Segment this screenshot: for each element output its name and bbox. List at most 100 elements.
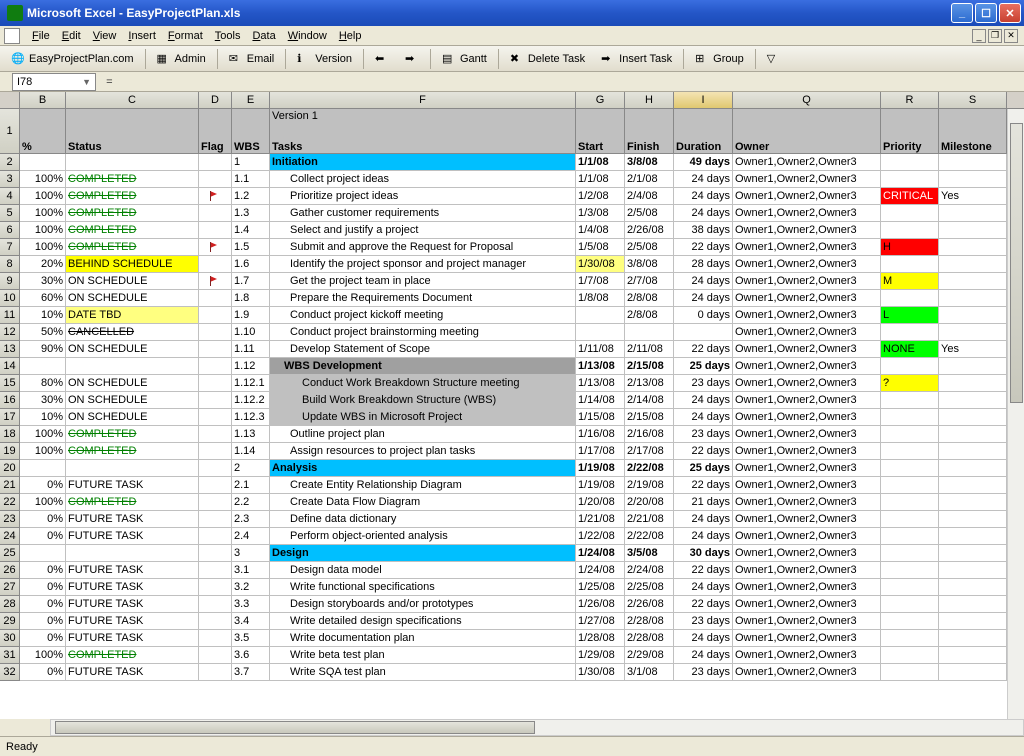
- cell-task[interactable]: Write detailed design specifications: [270, 613, 576, 630]
- row-header[interactable]: 18: [0, 426, 20, 443]
- cell-duration[interactable]: 23 days: [674, 613, 733, 630]
- cell-finish[interactable]: 2/24/08: [625, 562, 674, 579]
- cell-start[interactable]: 1/24/08: [576, 562, 625, 579]
- row-header[interactable]: 25: [0, 545, 20, 562]
- cell-task[interactable]: Conduct Work Breakdown Structure meeting: [270, 375, 576, 392]
- cell-owner[interactable]: Owner1,Owner2,Owner3: [733, 290, 881, 307]
- cell-start[interactable]: 1/7/08: [576, 273, 625, 290]
- cell-finish[interactable]: 2/11/08: [625, 341, 674, 358]
- cell-owner[interactable]: Owner1,Owner2,Owner3: [733, 307, 881, 324]
- header-flag[interactable]: Flag: [199, 109, 232, 154]
- cell-task[interactable]: Gather customer requirements: [270, 205, 576, 222]
- cell-status[interactable]: COMPLETED: [66, 443, 199, 460]
- cell-flag[interactable]: [199, 596, 232, 613]
- cell-start[interactable]: 1/19/08: [576, 460, 625, 477]
- cell-milestone[interactable]: [939, 154, 1007, 171]
- cell-duration[interactable]: 22 days: [674, 596, 733, 613]
- cell-finish[interactable]: 2/15/08: [625, 409, 674, 426]
- row-header[interactable]: 7: [0, 239, 20, 256]
- cell-owner[interactable]: Owner1,Owner2,Owner3: [733, 528, 881, 545]
- header-pct[interactable]: %: [20, 109, 66, 154]
- cell-milestone[interactable]: [939, 613, 1007, 630]
- cell-owner[interactable]: Owner1,Owner2,Owner3: [733, 596, 881, 613]
- cell-pct[interactable]: [20, 358, 66, 375]
- cell-start[interactable]: 1/15/08: [576, 409, 625, 426]
- row-header[interactable]: 4: [0, 188, 20, 205]
- column-header-R[interactable]: R: [881, 92, 939, 108]
- cell-priority[interactable]: [881, 324, 939, 341]
- cell-pct[interactable]: 100%: [20, 647, 66, 664]
- cell-pct[interactable]: 0%: [20, 664, 66, 681]
- cell-priority[interactable]: [881, 409, 939, 426]
- cell-status[interactable]: COMPLETED: [66, 647, 199, 664]
- toolbar-insert-task[interactable]: ➡Insert Task: [594, 49, 679, 69]
- menu-help[interactable]: Help: [333, 28, 368, 44]
- cell-priority[interactable]: [881, 222, 939, 239]
- cell-task[interactable]: Identify the project sponsor and project…: [270, 256, 576, 273]
- column-header-S[interactable]: S: [939, 92, 1007, 108]
- cell-finish[interactable]: 2/14/08: [625, 392, 674, 409]
- cell-duration[interactable]: 23 days: [674, 375, 733, 392]
- cell-owner[interactable]: Owner1,Owner2,Owner3: [733, 341, 881, 358]
- menu-view[interactable]: View: [87, 28, 123, 44]
- cell-pct[interactable]: 100%: [20, 205, 66, 222]
- cell-milestone[interactable]: Yes: [939, 341, 1007, 358]
- cell-finish[interactable]: 2/26/08: [625, 596, 674, 613]
- cell-start[interactable]: 1/28/08: [576, 630, 625, 647]
- row-header[interactable]: 3: [0, 171, 20, 188]
- cell-status[interactable]: DATE TBD: [66, 307, 199, 324]
- row-header[interactable]: 26: [0, 562, 20, 579]
- cell-status[interactable]: COMPLETED: [66, 205, 199, 222]
- cell-status[interactable]: FUTURE TASK: [66, 630, 199, 647]
- cell-priority[interactable]: [881, 579, 939, 596]
- vertical-scrollbar[interactable]: [1007, 109, 1024, 719]
- cell-task[interactable]: Design storyboards and/or prototypes: [270, 596, 576, 613]
- cell-flag[interactable]: [199, 613, 232, 630]
- cell-task[interactable]: Prepare the Requirements Document: [270, 290, 576, 307]
- cell-duration[interactable]: 24 days: [674, 188, 733, 205]
- toolbar-arrow-right[interactable]: ➡: [398, 49, 426, 69]
- cell-finish[interactable]: 2/20/08: [625, 494, 674, 511]
- cell-priority[interactable]: [881, 426, 939, 443]
- cell-milestone[interactable]: [939, 426, 1007, 443]
- cell-duration[interactable]: 28 days: [674, 256, 733, 273]
- cell-pct[interactable]: [20, 545, 66, 562]
- minimize-button[interactable]: _: [951, 3, 973, 23]
- cell-duration[interactable]: 24 days: [674, 273, 733, 290]
- cell-task[interactable]: Build Work Breakdown Structure (WBS): [270, 392, 576, 409]
- cell-flag[interactable]: [199, 664, 232, 681]
- cell-flag[interactable]: [199, 358, 232, 375]
- cell-duration[interactable]: 24 days: [674, 290, 733, 307]
- menu-file[interactable]: File: [26, 28, 56, 44]
- cell-priority[interactable]: CRITICAL: [881, 188, 939, 205]
- row-header[interactable]: 28: [0, 596, 20, 613]
- cell-priority[interactable]: [881, 562, 939, 579]
- cell-owner[interactable]: Owner1,Owner2,Owner3: [733, 154, 881, 171]
- row-header[interactable]: 15: [0, 375, 20, 392]
- cell-pct[interactable]: [20, 460, 66, 477]
- cell-start[interactable]: 1/25/08: [576, 579, 625, 596]
- cell-milestone[interactable]: [939, 630, 1007, 647]
- cell-finish[interactable]: 2/16/08: [625, 426, 674, 443]
- cell-flag[interactable]: [199, 511, 232, 528]
- cell-flag[interactable]: [199, 460, 232, 477]
- cell-finish[interactable]: 2/29/08: [625, 647, 674, 664]
- cell-start[interactable]: 1/1/08: [576, 154, 625, 171]
- cell-finish[interactable]: 3/8/08: [625, 256, 674, 273]
- cell-priority[interactable]: [881, 613, 939, 630]
- name-box[interactable]: I78 ▼: [12, 73, 96, 91]
- cell-status[interactable]: COMPLETED: [66, 426, 199, 443]
- cell-finish[interactable]: 2/22/08: [625, 528, 674, 545]
- cell-wbs[interactable]: 1.2: [232, 188, 270, 205]
- cell-wbs[interactable]: 1.13: [232, 426, 270, 443]
- cell-priority[interactable]: [881, 171, 939, 188]
- cell-milestone[interactable]: [939, 409, 1007, 426]
- row-header[interactable]: 31: [0, 647, 20, 664]
- cell-milestone[interactable]: [939, 222, 1007, 239]
- row-header[interactable]: 2: [0, 154, 20, 171]
- row-header[interactable]: 29: [0, 613, 20, 630]
- cell-priority[interactable]: [881, 154, 939, 171]
- cell-owner[interactable]: Owner1,Owner2,Owner3: [733, 239, 881, 256]
- cell-wbs[interactable]: 3.4: [232, 613, 270, 630]
- cell-pct[interactable]: 100%: [20, 443, 66, 460]
